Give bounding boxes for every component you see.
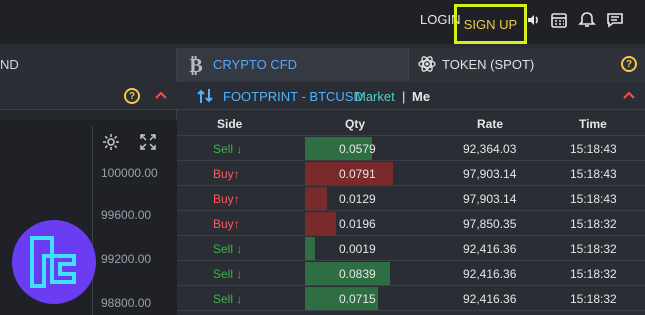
- tab-previous-label: ND: [0, 57, 19, 72]
- gear-icon[interactable]: [101, 132, 121, 152]
- table-row[interactable]: Sell ↓ 0.0715 92,416.36 15:18:32: [177, 286, 645, 311]
- expand-icon[interactable]: [139, 133, 157, 151]
- qty-cell: 0.0791: [339, 167, 376, 181]
- side-label: Sell: [213, 292, 234, 306]
- chevron-up-icon[interactable]: [155, 90, 167, 100]
- help-icon[interactable]: ?: [621, 56, 637, 72]
- atom-icon: [418, 56, 436, 72]
- market-toggle[interactable]: Market: [355, 89, 395, 104]
- qty-cell: 0.0579: [339, 142, 376, 156]
- side-cell: Buy↑: [213, 192, 240, 206]
- qty-volume-bar: [305, 212, 336, 235]
- rate-cell: 92,416.36: [463, 267, 517, 281]
- brand-logo: [12, 220, 96, 304]
- price-axis: 100000.00 99600.00 99200.00 98800.00: [92, 158, 176, 315]
- side-cell: Sell ↓: [213, 292, 242, 306]
- rate-cell: 92,416.36: [463, 242, 517, 256]
- col-qty: Qty: [345, 117, 366, 131]
- swap-arrows-icon[interactable]: [197, 87, 213, 105]
- calendar-icon[interactable]: [550, 11, 568, 29]
- side-label: Sell: [213, 142, 234, 156]
- qty-cell: 0.0196: [339, 217, 376, 231]
- tab-token-spot-label: TOKEN (SPOT): [442, 57, 535, 72]
- price-tick: 100000.00: [101, 166, 158, 180]
- col-rate: Rate: [477, 117, 504, 131]
- sound-icon[interactable]: [524, 11, 542, 29]
- col-side: Side: [217, 117, 243, 131]
- time-cell: 15:18:43: [570, 192, 617, 206]
- bitcoin-icon: ₿: [189, 54, 202, 76]
- table-row[interactable]: Sell ↓ 0.0019 92,416.36 15:18:32: [177, 236, 645, 261]
- rate-cell: 97,903.14: [463, 192, 517, 206]
- qty-cell: 0.0839: [339, 267, 376, 281]
- side-cell: Buy↑: [213, 217, 240, 231]
- rate-cell: 92,364.03: [463, 142, 517, 156]
- tab-crypto-cfd[interactable]: ₿ CRYPTO CFD: [177, 48, 409, 82]
- table-row[interactable]: Buy↑ 0.0196 97,850.35 15:18:32: [177, 211, 645, 236]
- me-toggle[interactable]: Me: [412, 89, 430, 104]
- chat-icon[interactable]: [606, 11, 624, 29]
- side-label: Sell: [213, 242, 234, 256]
- arrow-up-icon: ↑: [233, 167, 240, 181]
- time-cell: 15:18:32: [570, 242, 617, 256]
- arrow-down-icon: ↓: [233, 242, 243, 256]
- arrow-up-icon: ↑: [233, 217, 240, 231]
- time-cell: 15:18:32: [570, 292, 617, 306]
- side-label: Buy: [213, 217, 234, 231]
- time-cell: 15:18:43: [570, 167, 617, 181]
- qty-cell: 0.0129: [339, 192, 376, 206]
- tc-logo-icon: [30, 236, 76, 288]
- toggle-separator: |: [402, 89, 406, 104]
- side-label: Buy: [213, 167, 234, 181]
- arrow-up-icon: ↑: [233, 192, 240, 206]
- rate-cell: 92,416.36: [463, 292, 517, 306]
- time-cell: 15:18:32: [570, 217, 617, 231]
- side-cell: Sell ↓: [213, 267, 242, 281]
- chevron-up-icon[interactable]: [623, 90, 635, 100]
- time-cell: 15:18:32: [570, 267, 617, 281]
- side-label: Buy: [213, 192, 234, 206]
- price-tick: 99200.00: [101, 252, 152, 266]
- qty-volume-bar: [305, 187, 327, 210]
- left-panel-header: ?: [0, 82, 177, 110]
- signup-button[interactable]: SIGN UP: [454, 4, 527, 44]
- col-time: Time: [579, 117, 607, 131]
- time-cell: 15:18:43: [570, 142, 617, 156]
- price-tick: 99600.00: [101, 208, 152, 222]
- table-row[interactable]: Buy↑ 0.0129 97,903.14 15:18:43: [177, 186, 645, 211]
- rate-cell: 97,850.35: [463, 217, 517, 231]
- chart-toolbar: [92, 126, 166, 158]
- side-label: Sell: [213, 267, 234, 281]
- help-icon[interactable]: ?: [124, 88, 140, 104]
- arrow-down-icon: ↓: [233, 267, 243, 281]
- bell-icon[interactable]: [578, 11, 596, 29]
- footprint-title: FOOTPRINT - BTCUSD: [223, 89, 363, 104]
- rate-cell: 97,903.14: [463, 167, 517, 181]
- footprint-header: FOOTPRINT - BTCUSD Market | Me: [177, 82, 645, 110]
- table-header: Side Qty Rate Time: [177, 110, 645, 136]
- arrow-down-icon: ↓: [233, 292, 243, 306]
- side-cell: Sell ↓: [213, 242, 242, 256]
- price-tick: 98800.00: [101, 296, 152, 310]
- side-cell: Sell ↓: [213, 142, 242, 156]
- table-row[interactable]: Buy↑ 0.0791 97,903.14 15:18:43: [177, 161, 645, 186]
- side-cell: Buy↑: [213, 167, 240, 181]
- qty-volume-bar: [305, 237, 315, 260]
- tab-crypto-cfd-label: CRYPTO CFD: [213, 57, 298, 72]
- tab-token-spot[interactable]: TOKEN (SPOT) ?: [409, 48, 645, 82]
- arrow-down-icon: ↓: [233, 142, 243, 156]
- top-bar: [0, 0, 645, 44]
- table-row[interactable]: Sell ↓ 0.0579 92,364.03 15:18:43: [177, 136, 645, 161]
- qty-cell: 0.0019: [339, 242, 376, 256]
- qty-cell: 0.0715: [339, 292, 376, 306]
- svg-text:₿: ₿: [189, 54, 202, 76]
- tab-previous[interactable]: ND: [0, 48, 177, 82]
- table-row[interactable]: Sell ↓ 0.0839 92,416.36 15:18:32: [177, 261, 645, 286]
